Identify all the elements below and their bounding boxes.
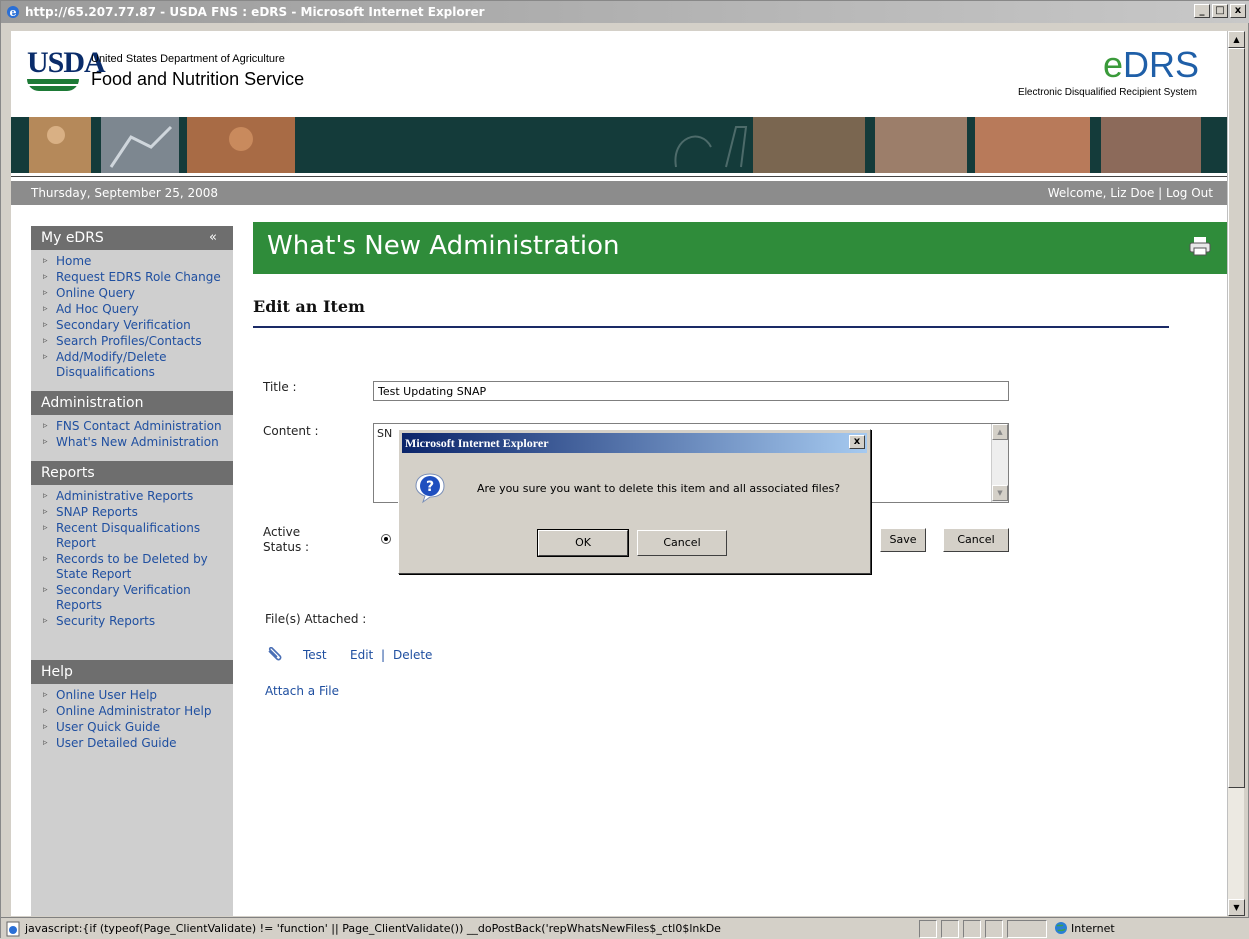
edrs-subtitle: Electronic Disqualified Recipient System <box>1018 87 1197 98</box>
attached-file-link[interactable]: Test <box>303 648 327 662</box>
internet-zone-icon <box>1055 922 1067 934</box>
sidebar-item-online-admin-help[interactable]: Online Administrator Help <box>41 704 229 719</box>
department-name: United States Department of Agriculture <box>91 53 285 65</box>
file-link-separator: | <box>381 648 386 662</box>
status-pane <box>1007 920 1047 938</box>
sidebar-heading-administration: Administration <box>31 391 233 415</box>
sidebar-heading-reports: Reports <box>31 461 233 485</box>
svg-text:?: ? <box>426 479 434 495</box>
browser-window: e http://65.207.77.87 - USDA FNS : eDRS … <box>0 0 1249 939</box>
date-bar: Thursday, September 25, 2008 Welcome, Li… <box>11 181 1227 205</box>
file-edit-link[interactable]: Edit <box>350 648 373 662</box>
confirm-dialog: Microsoft Internet Explorer x ? Are you … <box>398 429 871 574</box>
dialog-message: Are you sure you want to delete this ite… <box>477 482 841 495</box>
content-scrollbar[interactable]: ▲ ▼ <box>991 424 1008 502</box>
sidebar-item-search-profiles[interactable]: Search Profiles/Contacts <box>41 334 229 349</box>
save-button[interactable]: Save <box>880 528 926 552</box>
active-status-label-2: Status : <box>263 540 310 554</box>
scroll-down-arrow-icon[interactable]: ▼ <box>992 485 1008 501</box>
status-pane <box>985 920 1003 938</box>
content-label: Content : <box>263 424 319 438</box>
sidebar-item-records-to-be-deleted[interactable]: Records to be Deleted by State Report <box>41 552 229 582</box>
dialog-ok-button[interactable]: OK <box>537 529 629 557</box>
page-title-bar: What's New Administration <box>253 222 1227 274</box>
status-text: javascript:{if (typeof(Page_ClientValida… <box>25 922 721 935</box>
site-header: USDA United States Department of Agricul… <box>11 31 1227 117</box>
page-scroll-down-icon[interactable]: ▼ <box>1228 899 1245 916</box>
current-date: Thursday, September 25, 2008 <box>31 186 219 200</box>
sidebar-item-fns-contact-admin[interactable]: FNS Contact Administration <box>41 419 229 434</box>
sidebar-item-user-quick-guide[interactable]: User Quick Guide <box>41 720 229 735</box>
sidebar-item-home[interactable]: Home <box>41 254 229 269</box>
printer-icon[interactable] <box>1189 236 1211 256</box>
active-status-radio[interactable] <box>381 534 391 544</box>
sidebar-item-online-user-help[interactable]: Online User Help <box>41 688 229 703</box>
page-scrollbar[interactable]: ▲ ▼ <box>1227 31 1245 916</box>
active-status-label-1: Active <box>263 525 301 539</box>
sidebar-item-recent-disqualifications[interactable]: Recent Disqualifications Report <box>41 521 229 551</box>
agency-name: Food and Nutrition Service <box>91 69 305 89</box>
page-icon <box>6 921 20 937</box>
collapse-sidebar-icon[interactable]: « <box>209 226 217 250</box>
sidebar-heading-my-edrs: My eDRS « <box>31 226 233 250</box>
sidebar-item-snap-reports[interactable]: SNAP Reports <box>41 505 229 520</box>
sidebar-item-user-detailed-guide[interactable]: User Detailed Guide <box>41 736 229 751</box>
edrs-logo: eDRS <box>1102 44 1199 85</box>
security-zone-label: Internet <box>1071 922 1115 935</box>
question-icon: ? <box>415 473 445 504</box>
sidebar-item-disqualifications[interactable]: Add/Modify/Delete Disqualifications <box>41 350 229 380</box>
section-title: Edit an Item <box>253 297 365 316</box>
sidebar-item-secondary-verification-reports[interactable]: Secondary Verification Reports <box>41 583 229 613</box>
welcome-logout-link[interactable]: Welcome, Liz Doe | Log Out <box>1048 186 1213 200</box>
close-button[interactable]: x <box>1230 4 1246 18</box>
attach-file-link[interactable]: Attach a File <box>265 684 339 698</box>
dialog-close-button[interactable]: x <box>849 435 865 449</box>
title-label: Title : <box>263 380 297 394</box>
sidebar-item-security-reports[interactable]: Security Reports <box>41 614 229 629</box>
scroll-up-arrow-icon[interactable]: ▲ <box>992 424 1008 440</box>
sidebar-item-request-role-change[interactable]: Request EDRS Role Change <box>41 270 229 285</box>
file-delete-link[interactable]: Delete <box>393 648 432 662</box>
dialog-title: Microsoft Internet Explorer <box>402 433 867 453</box>
photo-banner <box>11 117 1227 173</box>
maximize-button[interactable]: □ <box>1212 4 1228 18</box>
status-pane <box>919 920 937 938</box>
title-bar: e http://65.207.77.87 - USDA FNS : eDRS … <box>1 1 1249 23</box>
window-title: http://65.207.77.87 - USDA FNS : eDRS - … <box>25 5 485 19</box>
section-divider <box>253 326 1169 328</box>
status-pane <box>941 920 959 938</box>
sidebar-item-online-query[interactable]: Online Query <box>41 286 229 301</box>
dialog-cancel-button[interactable]: Cancel <box>637 530 727 556</box>
content-text: SN <box>377 427 393 440</box>
sidebar-item-whats-new-admin[interactable]: What's New Administration <box>41 435 229 450</box>
sidebar-heading-help: Help <box>31 660 233 684</box>
title-input[interactable]: Test Updating SNAP <box>373 381 1009 401</box>
sidebar-item-secondary-verification[interactable]: Secondary Verification <box>41 318 229 333</box>
minimize-button[interactable]: _ <box>1194 4 1210 18</box>
banner-divider <box>11 173 1227 177</box>
status-pane <box>963 920 981 938</box>
files-attached-label: File(s) Attached : <box>265 612 367 626</box>
page-scroll-up-icon[interactable]: ▲ <box>1228 31 1245 48</box>
cancel-button[interactable]: Cancel <box>943 528 1009 552</box>
sidebar: My eDRS « Home Request EDRS Role Change … <box>31 226 233 916</box>
status-bar: javascript:{if (typeof(Page_ClientValida… <box>1 917 1249 939</box>
svg-text:e: e <box>10 6 17 19</box>
page-title: What's New Administration <box>267 231 620 261</box>
internet-explorer-icon: e <box>7 6 19 19</box>
paperclip-icon <box>268 647 282 661</box>
page-scroll-thumb[interactable] <box>1228 48 1245 788</box>
banner-photos-image <box>29 117 1201 173</box>
sidebar-item-ad-hoc-query[interactable]: Ad Hoc Query <box>41 302 229 317</box>
sidebar-item-administrative-reports[interactable]: Administrative Reports <box>41 489 229 504</box>
